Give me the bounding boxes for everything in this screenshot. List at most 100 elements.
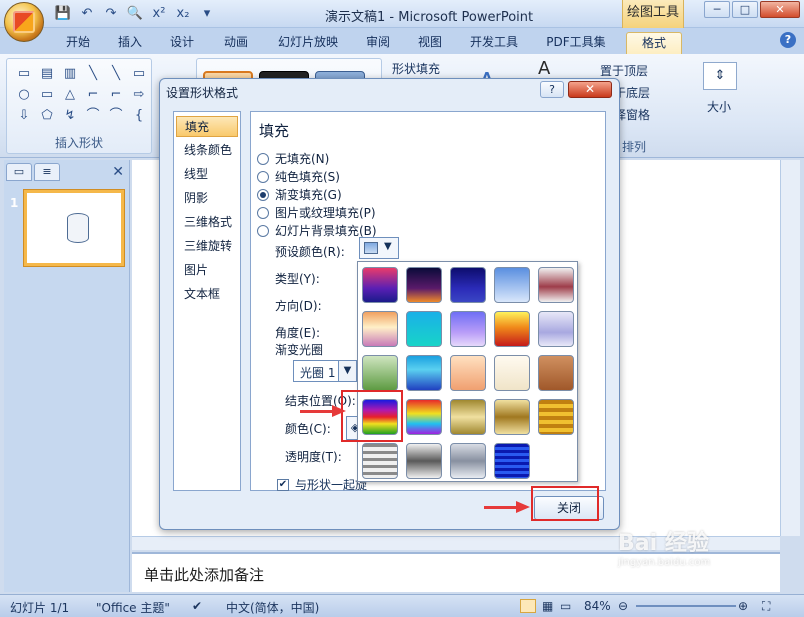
nav-line-style[interactable]: 线型 (176, 164, 238, 185)
gradient-preset-swatch[interactable] (362, 443, 398, 479)
close-window-button[interactable]: ✕ (760, 1, 800, 18)
gradient-preset-swatch[interactable] (450, 399, 486, 435)
tab-pdf-tools[interactable]: PDF工具集 (538, 32, 614, 54)
tab-design[interactable]: 设计 (162, 32, 202, 54)
shape-oval-icon[interactable]: ○ (15, 86, 33, 104)
spellcheck-icon[interactable]: ✔ (192, 599, 202, 613)
dialog-help-button[interactable]: ? (540, 81, 564, 98)
shape-vtextbox-icon[interactable]: ▥ (61, 65, 79, 83)
zoom-out-icon[interactable]: ⊖ (618, 599, 628, 613)
gradient-preset-swatch[interactable] (450, 355, 486, 391)
tab-developer[interactable]: 开发工具 (462, 32, 526, 54)
tab-view[interactable]: 视图 (410, 32, 450, 54)
office-button[interactable] (4, 2, 44, 42)
gradient-preset-swatch[interactable] (406, 311, 442, 347)
shape-lightning-icon[interactable]: ↯ (61, 107, 79, 125)
gradient-preset-swatch[interactable] (406, 443, 442, 479)
shape-triangle-icon[interactable]: △ (61, 86, 79, 104)
shape-elbow-icon[interactable]: ⌐ (84, 86, 102, 104)
subscript-icon[interactable]: x₂ (174, 5, 192, 23)
gradient-preset-swatch[interactable] (494, 311, 530, 347)
radio-gradient-fill[interactable]: 渐变填充(G) (257, 186, 342, 203)
customize-qat-icon[interactable]: ▾ (198, 5, 216, 23)
shape-textbox-icon[interactable]: ▤ (38, 65, 56, 83)
dialog-close-x-button[interactable]: ✕ (568, 81, 612, 98)
redo-icon[interactable]: ↷ (102, 5, 120, 23)
nav-line-color[interactable]: 线条颜色 (176, 140, 238, 161)
gradient-preset-swatch[interactable] (450, 443, 486, 479)
tab-review[interactable]: 审阅 (358, 32, 398, 54)
undo-icon[interactable]: ↶ (78, 5, 96, 23)
nav-3d-format[interactable]: 三维格式 (176, 212, 238, 233)
shape-brace-icon[interactable]: { (130, 107, 148, 125)
text-fill-a-icon[interactable]: A (538, 58, 550, 79)
gradient-preset-swatch[interactable] (494, 267, 530, 303)
gradient-preset-swatch[interactable] (538, 267, 574, 303)
tab-home[interactable]: 开始 (58, 32, 98, 54)
zoom-in-icon[interactable]: ⊕ (738, 599, 748, 613)
shape-pentagon-icon[interactable]: ⬠ (38, 107, 56, 125)
gradient-preset-swatch[interactable] (406, 355, 442, 391)
gradient-preset-swatch[interactable] (362, 311, 398, 347)
minimize-button[interactable]: ─ (704, 1, 730, 18)
radio-picture-fill[interactable]: 图片或纹理填充(P) (257, 204, 376, 221)
gradient-stop-select[interactable]: 光圈 1 ▼ (293, 360, 357, 382)
normal-view-icon[interactable] (520, 599, 536, 613)
nav-fill[interactable]: 填充 (176, 116, 238, 137)
preset-colors-dropdown[interactable]: ▼ (359, 237, 399, 259)
shape-line-icon[interactable]: ╲ (84, 65, 102, 83)
zoom-slider[interactable] (636, 605, 736, 607)
nav-picture[interactable]: 图片 (176, 260, 238, 281)
gradient-preset-swatch[interactable] (494, 355, 530, 391)
vertical-scrollbar[interactable] (780, 160, 800, 536)
tab-format[interactable]: 格式 (626, 32, 682, 54)
gradient-preset-swatch[interactable] (406, 399, 442, 435)
slides-tab[interactable]: ▭ (6, 163, 32, 181)
shape-rounded-rect-icon[interactable]: ▭ (38, 86, 56, 104)
gradient-preset-swatch[interactable] (538, 311, 574, 347)
size-icon[interactable]: ⇕ (703, 62, 737, 90)
close-panel-icon[interactable]: ✕ (112, 164, 124, 180)
shape-right-arrow-icon[interactable]: ⇨ (130, 86, 148, 104)
shape-arrow-line-icon[interactable]: ╲ (107, 65, 125, 83)
nav-shadow[interactable]: 阴影 (176, 188, 238, 209)
slideshow-view-icon[interactable]: ▭ (560, 599, 571, 613)
gradient-preset-swatch[interactable] (362, 267, 398, 303)
restore-button[interactable]: □ (732, 1, 758, 18)
superscript-icon[interactable]: x² (150, 5, 168, 23)
shape-arc-icon[interactable]: ⌒ (84, 107, 102, 125)
tab-insert[interactable]: 插入 (110, 32, 150, 54)
bring-to-front-button[interactable]: 置于顶层 (600, 62, 648, 79)
print-preview-icon[interactable]: 🔍 (126, 5, 144, 23)
shape-rect2-icon[interactable]: ▭ (130, 65, 148, 83)
shape-fill-button[interactable]: 形状填充 (392, 60, 440, 77)
slide-thumbnail[interactable] (24, 190, 124, 266)
save-icon[interactable]: 💾 (54, 5, 72, 23)
rotate-with-shape-checkbox[interactable]: ✔ 与形状一起旋 (277, 476, 367, 493)
shape-rectangle-icon[interactable]: ▭ (15, 65, 33, 83)
shape-elbow2-icon[interactable]: ⌐ (107, 86, 125, 104)
radio-solid-fill[interactable]: 纯色填充(S) (257, 168, 340, 185)
gradient-preset-swatch[interactable] (450, 311, 486, 347)
nav-3d-rotation[interactable]: 三维旋转 (176, 236, 238, 257)
nav-textbox[interactable]: 文本框 (176, 284, 238, 305)
tab-animation[interactable]: 动画 (214, 32, 258, 54)
radio-no-fill[interactable]: 无填充(N) (257, 150, 329, 167)
tab-slideshow[interactable]: 幻灯片放映 (270, 32, 346, 54)
shape-down-arrow-icon[interactable]: ⇩ (15, 107, 33, 125)
gradient-preset-swatch[interactable] (494, 399, 530, 435)
slide-sorter-icon[interactable]: ▦ (542, 599, 553, 613)
help-icon[interactable]: ? (780, 32, 796, 48)
gradient-preset-swatch[interactable] (538, 399, 574, 435)
language[interactable]: 中文(简体，中国) (226, 599, 319, 616)
fit-to-window-icon[interactable]: ⛶ (762, 599, 770, 614)
gradient-preset-swatch[interactable] (538, 355, 574, 391)
zoom-level[interactable]: 84% (584, 599, 611, 613)
size-button[interactable]: 大小 (707, 98, 731, 115)
outline-tab[interactable]: ≡ (34, 163, 60, 181)
gradient-preset-swatch[interactable] (406, 267, 442, 303)
shape-arc2-icon[interactable]: ⌒ (107, 107, 125, 125)
gradient-preset-swatch[interactable] (450, 267, 486, 303)
gradient-preset-swatch[interactable] (362, 355, 398, 391)
gradient-preset-swatch[interactable] (494, 443, 530, 479)
